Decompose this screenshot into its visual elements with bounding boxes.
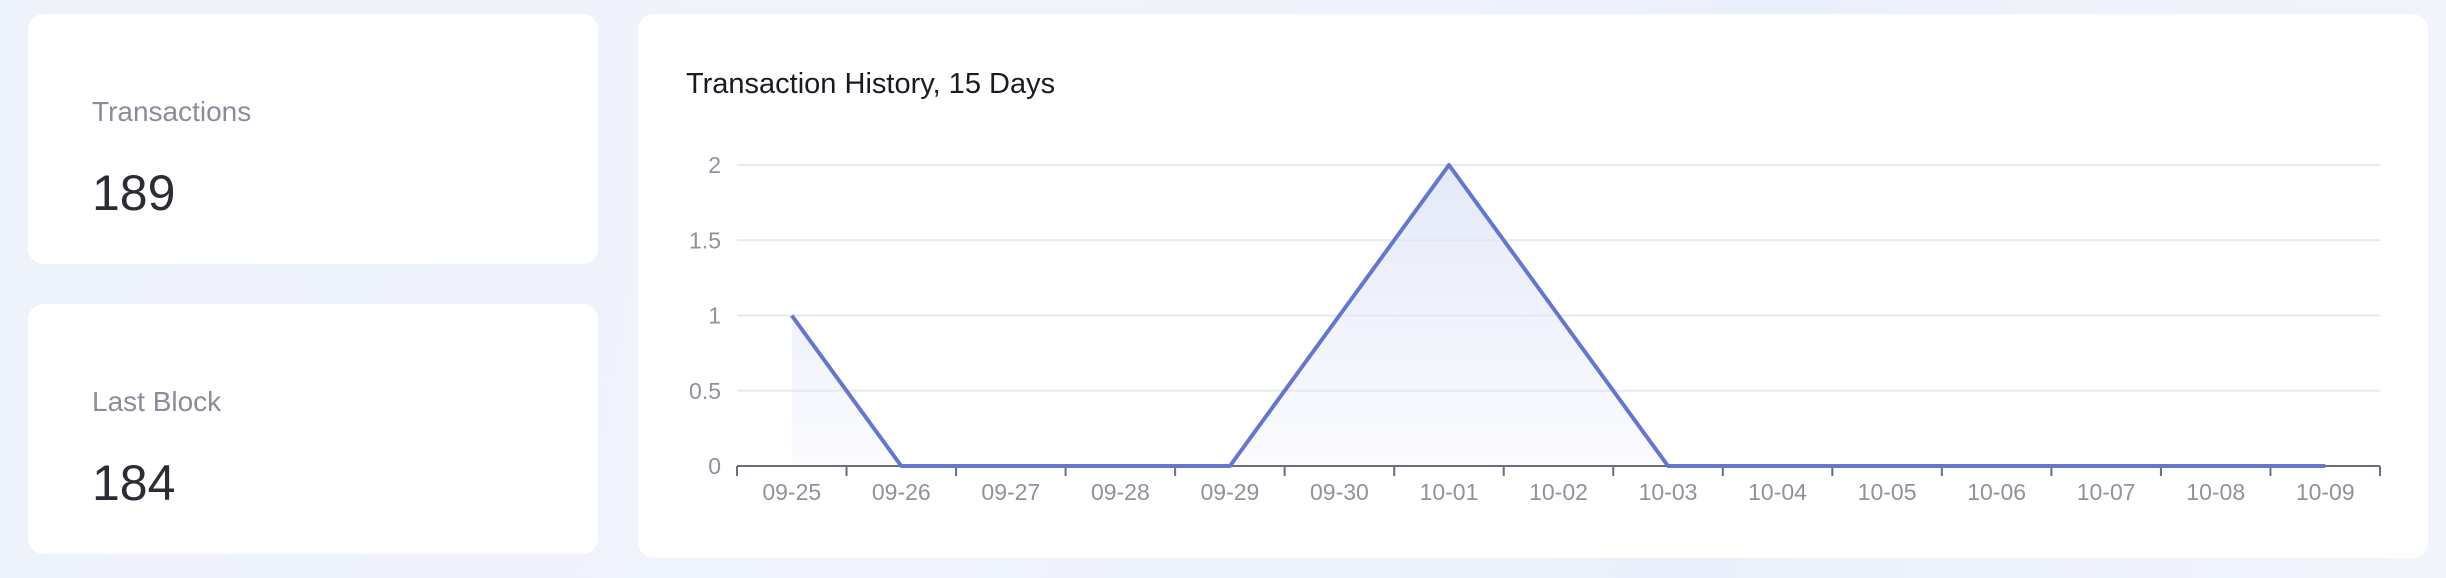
x-tick-label: 10-04 — [1748, 479, 1807, 505]
data-point — [1009, 464, 1013, 468]
transaction-history-card: 0 0.5 1 1.5 2 09-25 09-26 09-27 09-28 09-29 09-30 1… — [638, 14, 2428, 558]
y-tick-label: 1.5 — [689, 227, 721, 253]
x-tick-label: 10-08 — [2186, 479, 2245, 505]
y-tick-label: 0 — [708, 453, 721, 479]
transactions-value: 189 — [92, 165, 176, 221]
x-tick-label: 10-01 — [1420, 479, 1479, 505]
data-point — [1557, 314, 1561, 318]
x-tick-label: 10-06 — [1967, 479, 2026, 505]
data-point — [899, 464, 903, 468]
transactions-label: Transactions — [92, 96, 252, 127]
x-tick-label: 09-30 — [1310, 479, 1369, 505]
data-point — [1337, 314, 1341, 318]
data-point — [1228, 464, 1232, 468]
data-point — [2214, 464, 2218, 468]
data-point — [1885, 464, 1889, 468]
data-point — [2323, 464, 2327, 468]
last-block-value: 184 — [92, 455, 176, 511]
x-tick-label: 09-27 — [981, 479, 1040, 505]
y-tick-label: 1 — [708, 303, 721, 329]
x-tick-label: 09-28 — [1091, 479, 1150, 505]
data-point — [1995, 464, 1999, 468]
data-point — [1118, 464, 1122, 468]
y-tick-label: 2 — [708, 152, 721, 178]
x-tick-label: 09-29 — [1200, 479, 1259, 505]
x-tick-label: 09-26 — [872, 479, 931, 505]
x-tick-label: 10-02 — [1529, 479, 1588, 505]
data-point — [1666, 464, 1670, 468]
x-tick-label: 10-03 — [1639, 479, 1698, 505]
x-tick-label: 10-09 — [2296, 479, 2355, 505]
transactions-card: Transactions 189 — [28, 14, 598, 264]
x-tick-label: 10-05 — [1858, 479, 1917, 505]
data-point — [2104, 464, 2108, 468]
chart-title: Transaction History, 15 Days — [686, 68, 1056, 100]
last-block-label: Last Block — [92, 386, 222, 417]
data-point — [1776, 464, 1780, 468]
last-block-card: Last Block 184 — [28, 304, 598, 554]
y-tick-label: 0.5 — [689, 378, 721, 404]
x-tick-label: 10-07 — [2077, 479, 2136, 505]
x-tick-label: 09-25 — [762, 479, 821, 505]
data-point — [1447, 163, 1451, 167]
data-point — [790, 314, 794, 318]
